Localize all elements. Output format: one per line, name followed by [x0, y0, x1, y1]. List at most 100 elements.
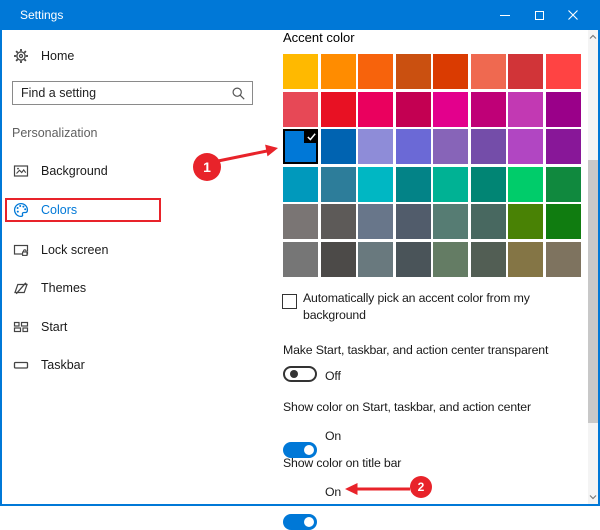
- arrow-to-selected-swatch: [265, 145, 278, 157]
- minimize-button[interactable]: [488, 0, 522, 30]
- accent-color-heading: Accent color: [283, 30, 355, 45]
- accent-swatch[interactable]: [358, 204, 393, 239]
- accent-swatch[interactable]: [508, 92, 543, 127]
- accent-swatch[interactable]: [471, 204, 506, 239]
- accent-swatch[interactable]: [508, 204, 543, 239]
- settings-window: { "window": { "title": "Settings", "acce…: [0, 0, 600, 506]
- title-bar: Settings: [0, 0, 600, 30]
- accent-swatch[interactable]: [283, 242, 318, 277]
- accent-swatch[interactable]: [396, 92, 431, 127]
- toggle-knob: [304, 517, 314, 527]
- sidebar-item-background[interactable]: Background: [13, 160, 108, 182]
- sidebar-item-lock-screen[interactable]: Lock screen: [13, 239, 108, 261]
- accent-swatch[interactable]: [321, 204, 356, 239]
- gear-icon: [13, 48, 29, 64]
- close-button[interactable]: [556, 0, 590, 30]
- auto-accent-checkbox-label: Automatically pick an accent color from …: [303, 290, 575, 323]
- show-color-titlebar-toggle-state: On: [325, 485, 341, 499]
- show-color-start-label: Show color on Start, taskbar, and action…: [283, 400, 531, 414]
- auto-accent-checkbox[interactable]: [282, 294, 297, 309]
- sidebar-background-label: Background: [41, 164, 108, 178]
- scrollbar: [588, 30, 598, 504]
- transparency-toggle-state: Off: [325, 369, 341, 383]
- maximize-icon: [535, 11, 544, 20]
- accent-swatch-selected[interactable]: [283, 129, 318, 164]
- accent-swatch[interactable]: [546, 242, 581, 277]
- show-color-titlebar-toggle[interactable]: [283, 514, 317, 530]
- toggle-knob: [304, 445, 314, 455]
- accent-swatch[interactable]: [471, 129, 506, 164]
- palette-icon: [13, 202, 29, 218]
- annotation-step-2: 2: [410, 476, 432, 498]
- accent-swatch[interactable]: [508, 129, 543, 164]
- accent-swatch[interactable]: [321, 167, 356, 202]
- accent-swatch[interactable]: [283, 167, 318, 202]
- sidebar-start-label: Start: [41, 320, 67, 334]
- accent-swatch[interactable]: [546, 204, 581, 239]
- accent-swatch[interactable]: [358, 129, 393, 164]
- scrollbar-thumb[interactable]: [588, 160, 598, 423]
- accent-swatch[interactable]: [546, 167, 581, 202]
- accent-swatch[interactable]: [433, 54, 468, 89]
- window-title: Settings: [20, 8, 63, 22]
- accent-swatch[interactable]: [508, 54, 543, 89]
- sidebar-item-home[interactable]: Home: [13, 45, 74, 67]
- accent-swatch[interactable]: [433, 129, 468, 164]
- search-input[interactable]: [13, 82, 252, 104]
- sidebar-taskbar-label: Taskbar: [41, 358, 85, 372]
- sidebar-lock-screen-label: Lock screen: [41, 243, 108, 257]
- accent-swatch[interactable]: [283, 92, 318, 127]
- accent-swatch[interactable]: [546, 54, 581, 89]
- taskbar-icon: [13, 357, 29, 373]
- accent-swatch[interactable]: [396, 167, 431, 202]
- accent-swatch[interactable]: [321, 92, 356, 127]
- caption-buttons: [488, 0, 590, 30]
- accent-swatch[interactable]: [321, 54, 356, 89]
- accent-swatch[interactable]: [433, 242, 468, 277]
- scroll-up-icon[interactable]: [589, 33, 597, 41]
- accent-swatch[interactable]: [546, 92, 581, 127]
- accent-swatch[interactable]: [396, 54, 431, 89]
- accent-swatch[interactable]: [358, 167, 393, 202]
- accent-swatch[interactable]: [321, 242, 356, 277]
- accent-swatch[interactable]: [396, 242, 431, 277]
- annotation-step-1: 1: [193, 153, 221, 181]
- accent-swatch[interactable]: [546, 129, 581, 164]
- accent-swatch[interactable]: [471, 242, 506, 277]
- accent-swatch[interactable]: [358, 92, 393, 127]
- accent-swatch[interactable]: [471, 54, 506, 89]
- accent-swatch[interactable]: [396, 204, 431, 239]
- toggle-knob: [290, 370, 298, 378]
- checkmark-icon: [304, 129, 318, 143]
- accent-swatch[interactable]: [508, 167, 543, 202]
- maximize-button[interactable]: [522, 0, 556, 30]
- accent-swatch[interactable]: [433, 204, 468, 239]
- start-tiles-icon: [13, 319, 29, 335]
- sidebar-section-personalization: Personalization: [12, 126, 97, 140]
- sidebar-item-themes[interactable]: Themes: [13, 277, 86, 299]
- accent-swatch[interactable]: [321, 129, 356, 164]
- accent-swatch[interactable]: [283, 204, 318, 239]
- accent-swatch[interactable]: [471, 92, 506, 127]
- themes-icon: [13, 280, 29, 296]
- sidebar-item-taskbar[interactable]: Taskbar: [13, 354, 85, 376]
- accent-swatch[interactable]: [433, 167, 468, 202]
- accent-swatch[interactable]: [358, 242, 393, 277]
- sidebar-item-colors[interactable]: Colors: [13, 199, 77, 221]
- accent-swatch[interactable]: [396, 129, 431, 164]
- sidebar-home-label: Home: [41, 49, 74, 63]
- accent-swatch[interactable]: [471, 167, 506, 202]
- transparency-toggle-label: Make Start, taskbar, and action center t…: [283, 343, 548, 357]
- accent-swatch[interactable]: [283, 54, 318, 89]
- sidebar-themes-label: Themes: [41, 281, 86, 295]
- show-color-titlebar-label: Show color on title bar: [283, 456, 401, 470]
- lock-screen-icon: [13, 242, 29, 258]
- sidebar-item-start[interactable]: Start: [13, 316, 67, 338]
- scroll-down-icon[interactable]: [589, 493, 597, 501]
- accent-swatch[interactable]: [358, 54, 393, 89]
- search-icon: [231, 86, 246, 101]
- accent-swatch[interactable]: [433, 92, 468, 127]
- transparency-toggle[interactable]: [283, 366, 317, 382]
- accent-swatch[interactable]: [508, 242, 543, 277]
- search-box: [12, 81, 253, 105]
